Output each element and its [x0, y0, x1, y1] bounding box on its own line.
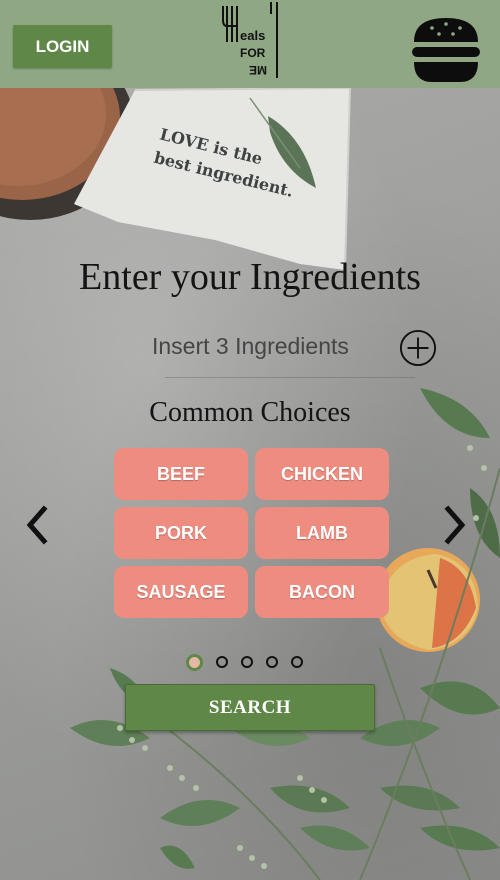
svg-text:eals: eals	[240, 28, 265, 43]
chevron-right-icon[interactable]	[440, 503, 470, 547]
common-choices-heading: Common Choices	[149, 397, 351, 428]
page-title: Enter your Ingredients	[79, 256, 421, 298]
input-divider	[165, 377, 415, 378]
pagination-dot-5[interactable]	[291, 656, 303, 668]
carousel-pagination	[186, 652, 316, 672]
search-button[interactable]: SEARCH	[125, 684, 375, 731]
svg-text:ME: ME	[249, 63, 267, 77]
background-scene: LOVE is the best ingredient. Enter your …	[0, 88, 500, 880]
app-header: LOGIN eals FOR ME	[0, 0, 500, 89]
pagination-dot-4[interactable]	[266, 656, 278, 668]
meals-for-me-logo[interactable]: eals FOR ME	[221, 0, 283, 80]
pagination-dot-1[interactable]	[186, 653, 203, 671]
ingredient-input[interactable]	[150, 325, 399, 367]
pagination-dot-3[interactable]	[241, 656, 253, 668]
hamburger-menu-icon[interactable]	[410, 16, 482, 84]
svg-text:FOR: FOR	[240, 46, 266, 60]
choice-chip-lamb[interactable]: LAMB	[255, 507, 389, 559]
plus-circle-icon[interactable]	[399, 329, 437, 367]
chevron-left-icon[interactable]	[22, 503, 52, 547]
choice-chip-beef[interactable]: BEEF	[114, 448, 248, 500]
common-choices-grid: BEEF CHICKEN PORK LAMB SAUSAGE BACON	[114, 448, 390, 618]
pagination-dot-2[interactable]	[216, 656, 228, 668]
choice-chip-sausage[interactable]: SAUSAGE	[114, 566, 248, 618]
login-button[interactable]: LOGIN	[13, 25, 112, 68]
ingredient-entry-row	[0, 325, 500, 377]
choice-chip-pork[interactable]: PORK	[114, 507, 248, 559]
choice-chip-chicken[interactable]: CHICKEN	[255, 448, 389, 500]
choice-chip-bacon[interactable]: BACON	[255, 566, 389, 618]
